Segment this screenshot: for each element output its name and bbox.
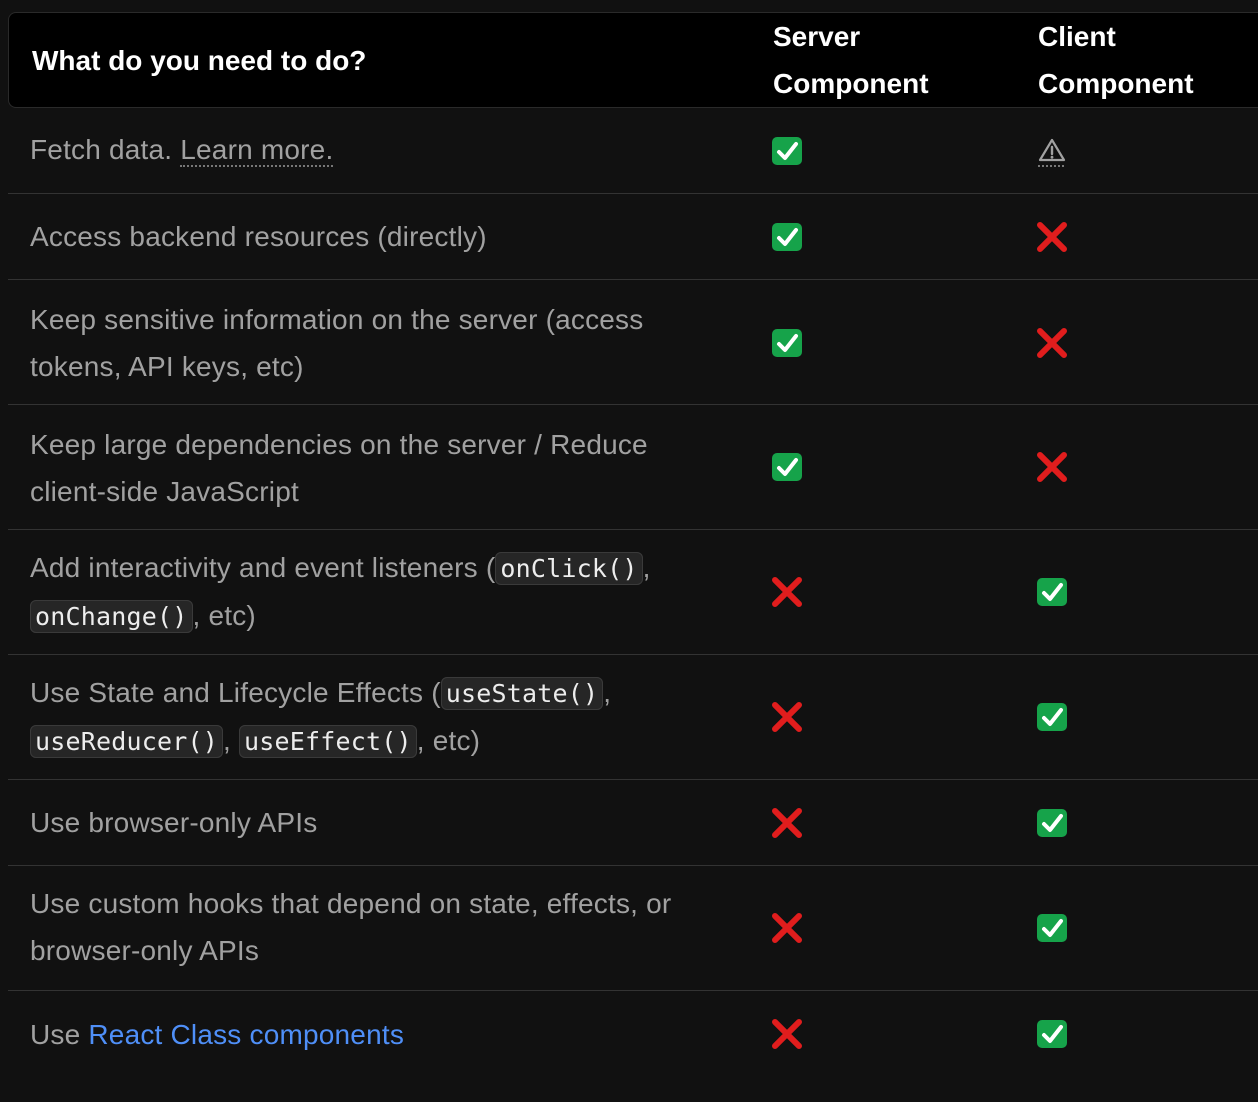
cross-icon [771, 807, 803, 839]
check-icon [771, 451, 803, 483]
check-icon [1036, 912, 1068, 944]
row-task: Keep large dependencies on the server / … [30, 429, 648, 507]
code-usestate: useState() [440, 677, 604, 710]
code-usereducer: useReducer() [30, 725, 224, 758]
table-header: What do you need to do? Server Component… [8, 12, 1258, 108]
check-icon [771, 221, 803, 253]
check-icon [1036, 1018, 1068, 1050]
check-icon [1036, 576, 1068, 608]
row-task: Keep sensitive information on the server… [30, 304, 644, 382]
table-row: Add interactivity and event listeners (o… [8, 530, 1258, 655]
table-row: Use browser-only APIs [8, 780, 1258, 866]
react-class-components-link[interactable]: React Class components [88, 1019, 404, 1050]
table-row: Keep large dependencies on the server / … [8, 405, 1258, 530]
check-icon [771, 135, 803, 167]
table-row: Access backend resources (directly) [8, 194, 1258, 280]
warning-icon[interactable] [1036, 135, 1068, 167]
check-icon [771, 327, 803, 359]
comparison-table: What do you need to do? Server Component… [8, 12, 1258, 1077]
cross-icon [771, 576, 803, 608]
code-useeffect: useEffect() [238, 725, 417, 758]
row-task: Fetch data. Learn more. [30, 134, 334, 167]
row-task: Add interactivity and event listeners (o… [30, 552, 651, 633]
row-task: Access backend resources (directly) [30, 221, 487, 252]
table-row: Use React Class components [8, 991, 1258, 1077]
check-icon [1036, 701, 1068, 733]
row-task: Use browser-only APIs [30, 807, 318, 838]
header-task: What do you need to do? [32, 45, 367, 76]
row-task: Use custom hooks that depend on state, e… [30, 888, 672, 966]
cross-icon [1036, 221, 1068, 253]
cross-icon [771, 701, 803, 733]
header-client-component: Client Component [1038, 21, 1194, 99]
cross-icon [771, 912, 803, 944]
table-row: Fetch data. Learn more. [8, 108, 1258, 194]
header-server-component: Server Component [773, 21, 929, 99]
learn-more-link[interactable]: Learn more. [180, 134, 334, 167]
cross-icon [1036, 327, 1068, 359]
row-task: Use State and Lifecycle Effects (useStat… [30, 677, 612, 758]
check-icon [1036, 807, 1068, 839]
table-row: Use custom hooks that depend on state, e… [8, 866, 1258, 991]
code-onclick: onClick() [495, 552, 643, 585]
table-row: Use State and Lifecycle Effects (useStat… [8, 655, 1258, 780]
row-task: Use React Class components [30, 1019, 405, 1050]
code-onchange: onChange() [30, 600, 193, 633]
cross-icon [771, 1018, 803, 1050]
table-row: Keep sensitive information on the server… [8, 280, 1258, 405]
cross-icon [1036, 451, 1068, 483]
